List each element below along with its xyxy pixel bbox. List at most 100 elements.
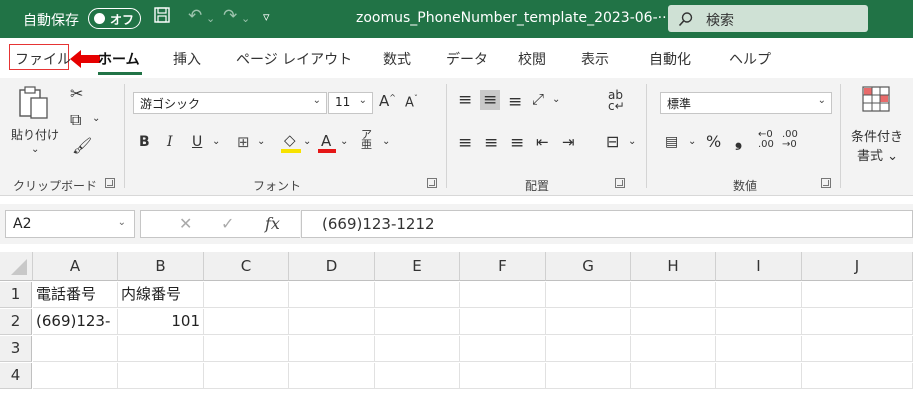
increase-font-size-icon[interactable]: A^ bbox=[379, 92, 396, 110]
column-header-f[interactable]: F bbox=[460, 252, 546, 281]
tab-data[interactable]: データ bbox=[446, 49, 488, 69]
cell-d2[interactable] bbox=[289, 309, 375, 335]
conditional-formatting-icon[interactable] bbox=[862, 86, 890, 116]
wrap-text-icon[interactable]: ab c↵ bbox=[608, 89, 625, 112]
cell-b3[interactable] bbox=[118, 336, 204, 362]
cell-g2[interactable] bbox=[546, 309, 631, 335]
fill-color-dropdown-icon[interactable]: ⌄ bbox=[303, 136, 311, 147]
column-header-c[interactable]: C bbox=[204, 252, 289, 281]
font-color-dropdown-icon[interactable]: ⌄ bbox=[340, 136, 348, 147]
cell-b2[interactable]: 101 bbox=[118, 309, 204, 335]
cell-i4[interactable] bbox=[716, 363, 802, 389]
cell-j1[interactable] bbox=[802, 282, 913, 308]
cancel-icon[interactable]: ✕ bbox=[179, 214, 192, 233]
cell-i3[interactable] bbox=[716, 336, 802, 362]
align-center-icon[interactable]: ≡ bbox=[484, 133, 498, 153]
borders-dropdown-icon[interactable]: ⌄ bbox=[257, 136, 265, 147]
paste-icon[interactable] bbox=[17, 84, 51, 126]
cell-j4[interactable] bbox=[802, 363, 913, 389]
orientation-icon[interactable]: ⤢ bbox=[532, 90, 544, 108]
cell-h1[interactable] bbox=[631, 282, 716, 308]
decrease-decimal-icon[interactable]: .00 →0 bbox=[782, 130, 798, 150]
cell-d4[interactable] bbox=[289, 363, 375, 389]
row-header-4[interactable]: 4 bbox=[0, 363, 32, 389]
comma-style-button[interactable]: ❟ bbox=[735, 130, 742, 151]
column-header-b[interactable]: B bbox=[118, 252, 204, 281]
cell-g4[interactable] bbox=[546, 363, 631, 389]
cell-f4[interactable] bbox=[460, 363, 546, 389]
tab-help[interactable]: ヘルプ bbox=[729, 49, 771, 69]
cell-g3[interactable] bbox=[546, 336, 631, 362]
number-format-combo[interactable]: 標準 ⌄ bbox=[660, 92, 832, 114]
column-header-j[interactable]: J bbox=[802, 252, 913, 281]
formula-input[interactable]: (669)123-1212 bbox=[301, 210, 913, 238]
cell-d3[interactable] bbox=[289, 336, 375, 362]
cell-f1[interactable] bbox=[460, 282, 546, 308]
align-middle-icon[interactable]: ≡ bbox=[480, 90, 501, 110]
cell-c4[interactable] bbox=[204, 363, 289, 389]
cell-e4[interactable] bbox=[375, 363, 460, 389]
tab-formulas[interactable]: 数式 bbox=[383, 49, 411, 69]
font-launcher-icon[interactable] bbox=[427, 178, 437, 188]
redo-dropdown-icon[interactable]: ⌄ bbox=[241, 12, 250, 25]
cell-a4[interactable] bbox=[33, 363, 118, 389]
row-header-1[interactable]: 1 bbox=[0, 282, 32, 308]
accounting-dropdown-icon[interactable]: ⌄ bbox=[688, 136, 696, 147]
cell-a3[interactable] bbox=[33, 336, 118, 362]
column-header-d[interactable]: D bbox=[289, 252, 375, 281]
phonetic-guide-icon[interactable]: ア亜 bbox=[361, 129, 372, 150]
tab-view[interactable]: 表示 bbox=[581, 49, 609, 69]
undo-icon[interactable]: ↶ bbox=[188, 6, 202, 26]
tab-page-layout[interactable]: ページ レイアウト bbox=[236, 49, 352, 69]
cut-icon[interactable]: ✂ bbox=[70, 84, 83, 103]
font-size-combo[interactable]: 11 ⌄ bbox=[328, 92, 373, 114]
cell-h3[interactable] bbox=[631, 336, 716, 362]
redo-icon[interactable]: ↷ bbox=[223, 6, 237, 26]
row-header-2[interactable]: 2 bbox=[0, 309, 32, 335]
tab-home[interactable]: ホーム bbox=[98, 49, 140, 69]
save-icon[interactable] bbox=[153, 6, 171, 29]
font-name-combo[interactable]: 游ゴシック ⌄ bbox=[133, 92, 327, 114]
enter-icon[interactable]: ✓ bbox=[221, 214, 234, 233]
increase-decimal-icon[interactable]: ←0.00 bbox=[758, 130, 774, 150]
row-header-3[interactable]: 3 bbox=[0, 336, 32, 362]
column-header-g[interactable]: G bbox=[546, 252, 631, 281]
borders-icon[interactable]: ⊞ bbox=[237, 133, 250, 151]
decrease-font-size-icon[interactable]: Aˇ bbox=[405, 94, 418, 110]
file-name[interactable]: zoomus_PhoneNumber_template_2023-06-··· … bbox=[356, 10, 687, 26]
cell-h2[interactable] bbox=[631, 309, 716, 335]
accounting-format-icon[interactable]: ▤ bbox=[665, 134, 678, 150]
column-header-i[interactable]: I bbox=[716, 252, 802, 281]
cell-b4[interactable] bbox=[118, 363, 204, 389]
align-right-icon[interactable]: ≡ bbox=[510, 133, 524, 153]
autosave-toggle[interactable]: オフ bbox=[88, 8, 141, 29]
tab-automate[interactable]: 自動化 bbox=[649, 49, 691, 69]
merge-center-icon[interactable]: ⊟ bbox=[606, 132, 619, 151]
orientation-dropdown-icon[interactable]: ⌄ bbox=[552, 94, 560, 105]
cell-f3[interactable] bbox=[460, 336, 546, 362]
cell-c2[interactable] bbox=[204, 309, 289, 335]
fill-color-icon[interactable]: ◇ bbox=[284, 131, 296, 149]
conditional-formatting-label-2[interactable]: 書式 ⌄ bbox=[857, 145, 898, 164]
paste-dropdown-icon[interactable]: ⌄ bbox=[31, 144, 39, 155]
cell-i1[interactable] bbox=[716, 282, 802, 308]
paste-button[interactable]: 貼り付け bbox=[11, 126, 59, 143]
cell-e3[interactable] bbox=[375, 336, 460, 362]
align-left-icon[interactable]: ≡ bbox=[458, 133, 472, 153]
align-top-icon[interactable]: ≡ bbox=[458, 90, 472, 110]
bold-button[interactable]: B bbox=[139, 134, 150, 150]
cell-j3[interactable] bbox=[802, 336, 913, 362]
cell-a1[interactable]: 電話番号 bbox=[33, 282, 118, 308]
copy-dropdown-icon[interactable]: ⌄ bbox=[92, 113, 100, 124]
number-launcher-icon[interactable] bbox=[821, 178, 831, 188]
insert-function-button[interactable]: fx bbox=[265, 214, 280, 233]
column-header-e[interactable]: E bbox=[375, 252, 460, 281]
cell-e1[interactable] bbox=[375, 282, 460, 308]
font-color-icon[interactable]: A bbox=[321, 132, 331, 150]
name-box[interactable]: A2 ⌄ bbox=[5, 210, 135, 238]
format-painter-icon[interactable]: 🖌 bbox=[72, 136, 92, 155]
phonetic-dropdown-icon[interactable]: ⌄ bbox=[382, 136, 390, 147]
search-box[interactable]: 検索 bbox=[668, 5, 868, 32]
customize-qat-icon[interactable]: ▿ bbox=[263, 10, 270, 25]
undo-dropdown-icon[interactable]: ⌄ bbox=[206, 12, 215, 25]
